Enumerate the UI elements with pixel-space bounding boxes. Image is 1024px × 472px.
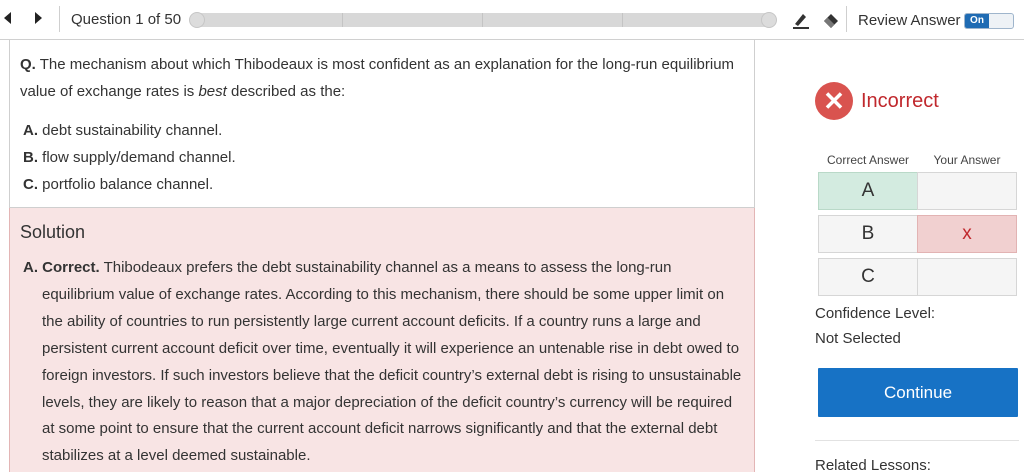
toggle-on-label: On bbox=[965, 14, 989, 28]
your-answer-cell-c bbox=[917, 258, 1017, 296]
x-circle-icon: ✕ bbox=[815, 82, 853, 120]
correct-answer-cell-c: C bbox=[818, 258, 918, 296]
progress-tick bbox=[342, 13, 343, 27]
prev-arrow-icon[interactable] bbox=[4, 12, 11, 24]
question-emphasis: best bbox=[198, 83, 227, 100]
toolbar-divider bbox=[846, 6, 847, 32]
your-answer-header: Your Answer bbox=[933, 153, 1001, 167]
top-toolbar: Question 1 of 50 Review Answer On bbox=[0, 0, 1024, 40]
progress-end-knob[interactable] bbox=[761, 12, 777, 28]
result-status: Incorrect bbox=[861, 89, 939, 112]
confidence-label: Confidence Level: bbox=[815, 305, 936, 322]
progress-tick bbox=[482, 13, 483, 27]
solution-prefix: A. Correct. bbox=[23, 259, 100, 276]
solution-panel: Solution A. Correct. Thibodeaux prefers … bbox=[9, 208, 755, 472]
toolbar-divider bbox=[59, 6, 60, 32]
option-text: flow supply/demand channel. bbox=[42, 149, 236, 166]
option-letter: B. bbox=[23, 149, 38, 166]
question-prefix: Q. bbox=[20, 56, 36, 73]
eraser-icon[interactable] bbox=[820, 9, 842, 31]
solution-title: Solution bbox=[20, 222, 86, 242]
option-letter: A. bbox=[23, 122, 38, 139]
option-a[interactable]: A. debt sustainability channel. bbox=[23, 122, 222, 139]
option-text: portfolio balance channel. bbox=[42, 176, 214, 193]
option-b[interactable]: B. flow supply/demand channel. bbox=[23, 149, 236, 166]
question-stem-end: described as the: bbox=[226, 83, 346, 100]
solution-body: Thibodeaux prefers the debt sustainabili… bbox=[42, 259, 742, 465]
result-indicator: ✕ Incorrect bbox=[815, 82, 939, 120]
your-answer-cell-a bbox=[917, 172, 1017, 210]
option-text: debt sustainability channel. bbox=[42, 122, 223, 139]
question-progress-bar[interactable] bbox=[189, 12, 777, 28]
option-c[interactable]: C. portfolio balance channel. bbox=[23, 176, 213, 193]
related-lessons-label: Related Lessons: bbox=[815, 457, 931, 472]
continue-button[interactable]: Continue bbox=[818, 368, 1018, 417]
option-letter: C. bbox=[23, 176, 38, 193]
question-stem: The mechanism about which Thibodeaux is … bbox=[20, 56, 735, 100]
solution-text: A. Correct. Thibodeaux prefers the debt … bbox=[23, 255, 748, 470]
progress-tick bbox=[622, 13, 623, 27]
correct-answer-cell-b: B bbox=[818, 215, 918, 253]
correct-answer-cell-a: A bbox=[818, 172, 918, 210]
highlighter-icon[interactable] bbox=[790, 9, 812, 31]
your-answer-cell-b: x bbox=[917, 215, 1017, 253]
next-arrow-icon[interactable] bbox=[35, 12, 42, 24]
progress-start-knob[interactable] bbox=[189, 12, 205, 28]
question-panel: Q. The mechanism about which Thibodeaux … bbox=[9, 40, 755, 208]
question-text: Q. The mechanism about which Thibodeaux … bbox=[20, 51, 745, 105]
confidence-value: Not Selected bbox=[815, 330, 901, 347]
question-counter: Question 1 of 50 bbox=[71, 11, 182, 28]
correct-answer-header: Correct Answer bbox=[826, 153, 910, 167]
review-answer-toggle[interactable]: On bbox=[964, 13, 1014, 29]
review-answer-label: Review Answer bbox=[858, 12, 961, 29]
panel-divider bbox=[815, 440, 1019, 441]
